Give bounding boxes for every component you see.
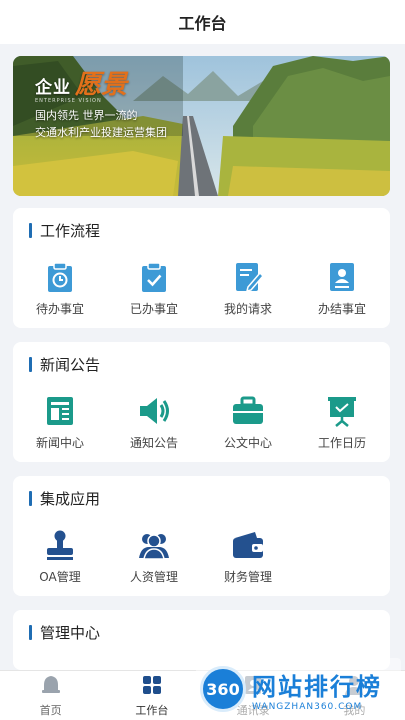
section-title: 新闻公告 <box>29 354 100 375</box>
banner-caption: 企业 愿景 ENTERPRISE VISION 国内领先 世界一流的 交通水利产… <box>35 64 167 140</box>
document-pen-icon <box>231 260 265 294</box>
speaker-icon <box>137 394 171 428</box>
newspaper-icon <box>43 394 77 428</box>
tab-home[interactable]: 首页 <box>0 671 101 720</box>
hr-management-button[interactable]: 人资管理 <box>107 528 201 585</box>
vision-banner[interactable]: 企业 愿景 ENTERPRISE VISION 国内领先 世界一流的 交通水利产… <box>13 56 390 196</box>
work-calendar-button[interactable]: 工作日历 <box>295 394 389 451</box>
banner-subtitle: ENTERPRISE VISION <box>35 98 102 104</box>
section-title: 集成应用 <box>29 488 100 509</box>
section-title: 工作流程 <box>29 220 100 241</box>
banner-line-2: 交通水利产业投建运营集团 <box>35 126 167 139</box>
banner-title-b: 愿景 <box>75 70 128 100</box>
section-workflow: 工作流程 待办事宜 已办事宜 我的请求 办结事宜 <box>13 208 390 328</box>
document-center-button[interactable]: 公文中心 <box>201 394 295 451</box>
watermark-text: 网站排行榜 <box>252 672 382 701</box>
id-card-icon <box>325 260 359 294</box>
my-requests-button[interactable]: 我的请求 <box>201 260 295 317</box>
briefcase-icon <box>231 394 265 428</box>
notice-button[interactable]: 通知公告 <box>107 394 201 451</box>
page-header: 工作台 <box>0 0 405 44</box>
page-title: 工作台 <box>178 14 227 33</box>
site-watermark: 360 网站排行榜 WANGZHAN360.COM <box>196 658 401 720</box>
clipboard-clock-icon <box>43 260 77 294</box>
banner-line-1: 国内领先 世界一流的 <box>35 109 138 122</box>
grid-icon <box>141 674 163 700</box>
banner-title-a: 企业 <box>35 78 71 98</box>
clipboard-check-icon <box>137 260 171 294</box>
title-accent-bar <box>29 625 32 640</box>
section-news: 新闻公告 新闻中心 通知公告 公文中心 工作日历 <box>13 342 390 462</box>
wallet-icon <box>231 528 265 562</box>
stamp-icon <box>43 528 77 562</box>
people-icon <box>137 528 171 562</box>
presentation-board-icon <box>325 394 359 428</box>
title-accent-bar <box>29 357 32 372</box>
todo-items-button[interactable]: 待办事宜 <box>13 260 107 317</box>
oa-management-button[interactable]: OA管理 <box>13 528 107 585</box>
tab-workbench[interactable]: 工作台 <box>101 671 202 720</box>
watermark-url: WANGZHAN360.COM <box>252 701 363 712</box>
completed-items-button[interactable]: 办结事宜 <box>295 260 389 317</box>
title-accent-bar <box>29 223 32 238</box>
title-accent-bar <box>29 491 32 506</box>
finance-management-button[interactable]: 财务管理 <box>201 528 295 585</box>
section-integration: 集成应用 OA管理 人资管理 财务管理 <box>13 476 390 596</box>
watermark-logo: 360 <box>200 666 246 712</box>
news-center-button[interactable]: 新闻中心 <box>13 394 107 451</box>
bell-home-icon <box>40 674 62 700</box>
section-title: 管理中心 <box>29 622 100 643</box>
done-items-button[interactable]: 已办事宜 <box>107 260 201 317</box>
